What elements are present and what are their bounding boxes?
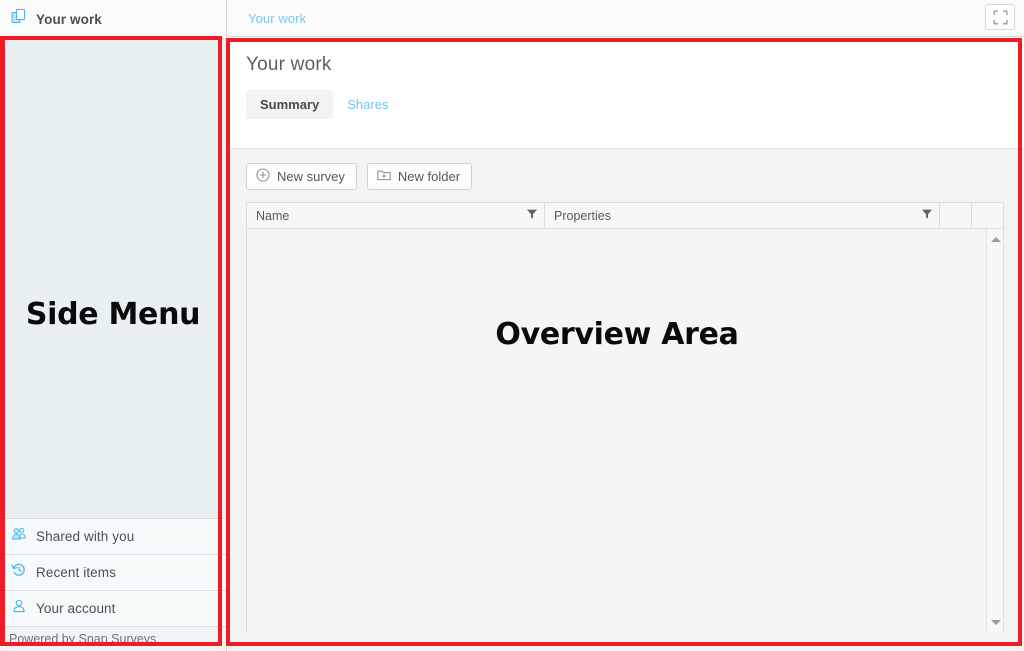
top-bar: Your work: [228, 0, 1024, 37]
new-survey-button[interactable]: New survey: [246, 163, 357, 190]
sidebar-footer-group: Shared with you Recent items Your accoun…: [0, 518, 226, 651]
funnel-filter-icon[interactable]: [526, 208, 538, 223]
powered-by-label: Powered by Snap Surveys: [0, 626, 226, 651]
sidebar-empty-region: Side Menu: [0, 39, 226, 518]
grid-header-row: Name Properties: [247, 203, 1003, 229]
sidebar-item-recent-items[interactable]: Recent items: [0, 554, 226, 590]
fullscreen-expand-icon[interactable]: [985, 4, 1015, 30]
side-menu-annotation-label: Side Menu: [25, 297, 201, 332]
breadcrumb[interactable]: Your work: [248, 11, 306, 26]
circle-plus-icon: [256, 168, 270, 185]
column-header-properties[interactable]: Properties: [545, 203, 940, 228]
shared-users-icon: [11, 526, 27, 547]
sidebar-item-your-account[interactable]: Your account: [0, 590, 226, 626]
recent-clock-icon: [11, 562, 27, 583]
scroll-up-arrow-icon[interactable]: [987, 231, 1004, 247]
overview-area-annotation-label: Overview Area: [495, 317, 739, 352]
content-area: Your work Summary Shares New survey New …: [228, 38, 1024, 651]
sidebar-item-your-work[interactable]: Your work: [0, 0, 226, 39]
new-survey-label: New survey: [277, 169, 345, 184]
scroll-down-arrow-icon[interactable]: [987, 614, 1004, 630]
user-account-icon: [11, 598, 27, 619]
copy-pages-icon: [11, 8, 28, 30]
column-header-name[interactable]: Name: [247, 203, 545, 228]
column-header-extra-2[interactable]: [972, 203, 990, 228]
toolbar: New survey New folder: [228, 149, 1024, 190]
folder-plus-icon: [377, 168, 391, 185]
tab-shares[interactable]: Shares: [333, 90, 402, 119]
app-screen: Your work Side Menu Shared with you Rece…: [0, 0, 1024, 651]
sidebar-item-shared-with-you[interactable]: Shared with you: [0, 518, 226, 554]
grid-body: Overview Area: [247, 229, 1003, 632]
work-area: New survey New folder Name Properties Ov…: [228, 148, 1024, 651]
items-grid: Name Properties Overview Area: [246, 202, 1004, 632]
page-title: Your work: [246, 54, 332, 75]
new-folder-button[interactable]: New folder: [366, 163, 473, 190]
column-header-label: Properties: [554, 208, 611, 223]
new-folder-label: New folder: [397, 169, 461, 184]
column-header-label: Name: [256, 208, 290, 223]
sidebar-item-label: Recent items: [36, 565, 116, 580]
column-header-extra-1[interactable]: [940, 203, 972, 228]
side-menu: Your work Side Menu Shared with you Rece…: [0, 0, 227, 651]
sidebar-item-label: Your work: [36, 11, 102, 27]
main-panel: Your work Your work Summary Shares New s…: [228, 0, 1024, 651]
tab-bar: Summary Shares: [246, 90, 1024, 119]
grid-vertical-scrollbar[interactable]: [986, 229, 1003, 632]
funnel-filter-icon[interactable]: [921, 208, 933, 223]
sidebar-item-label: Your account: [36, 601, 116, 616]
tab-summary[interactable]: Summary: [246, 90, 334, 119]
sidebar-item-label: Shared with you: [36, 529, 135, 544]
